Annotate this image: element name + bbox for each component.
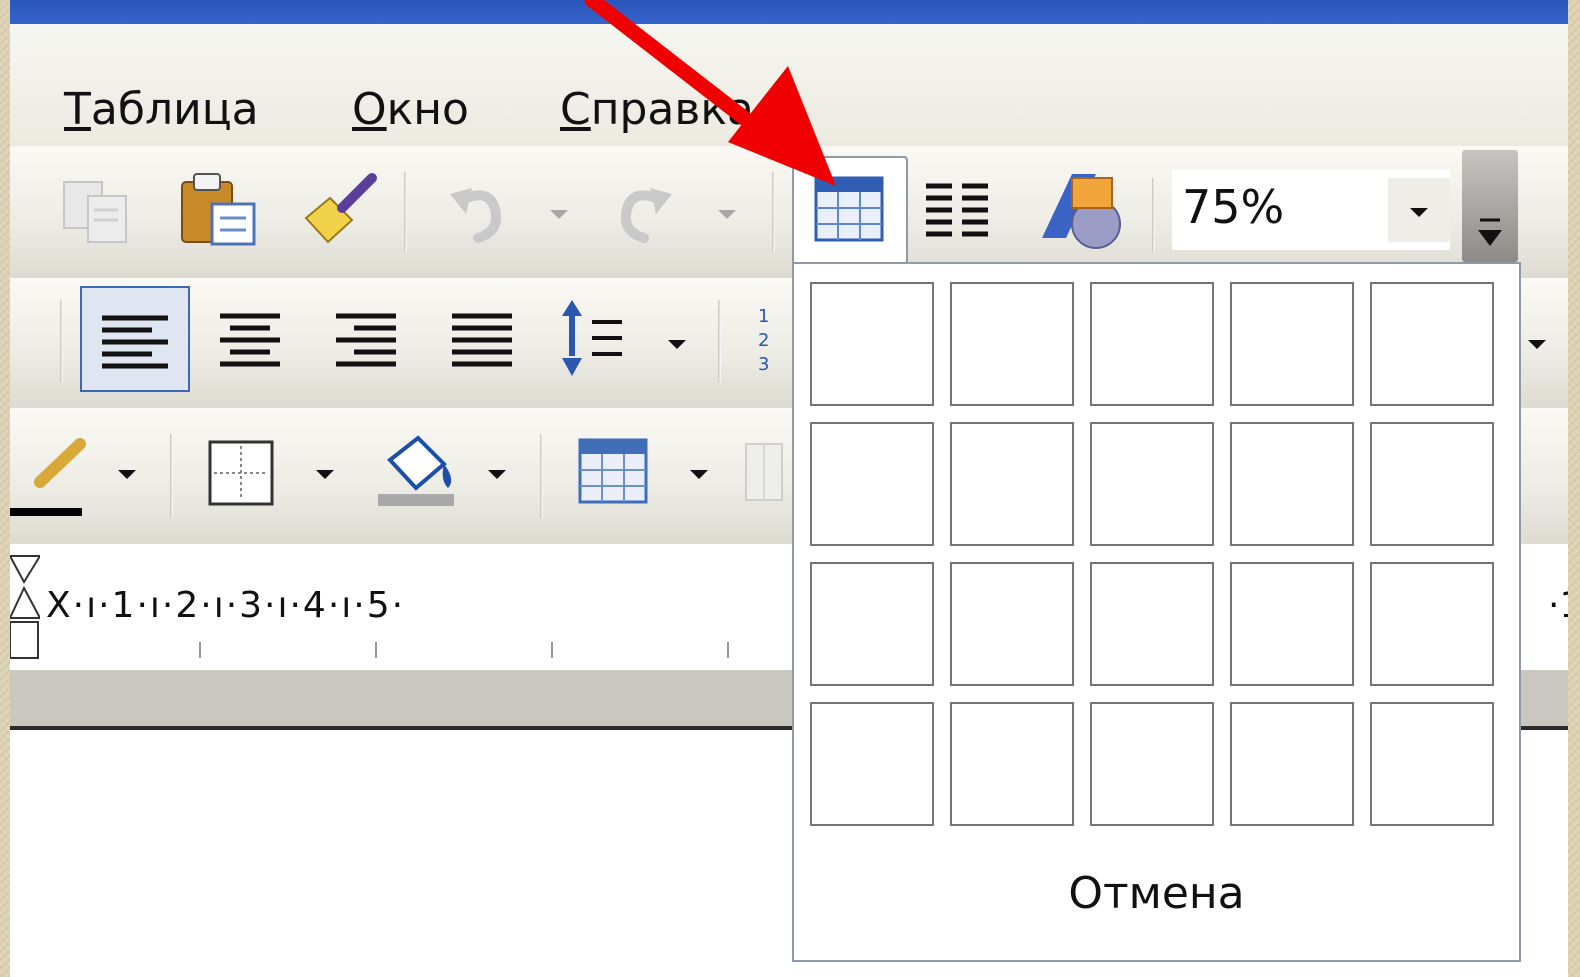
annotation-arrow [584,0,836,186]
annotation-arrow-head [728,66,836,186]
